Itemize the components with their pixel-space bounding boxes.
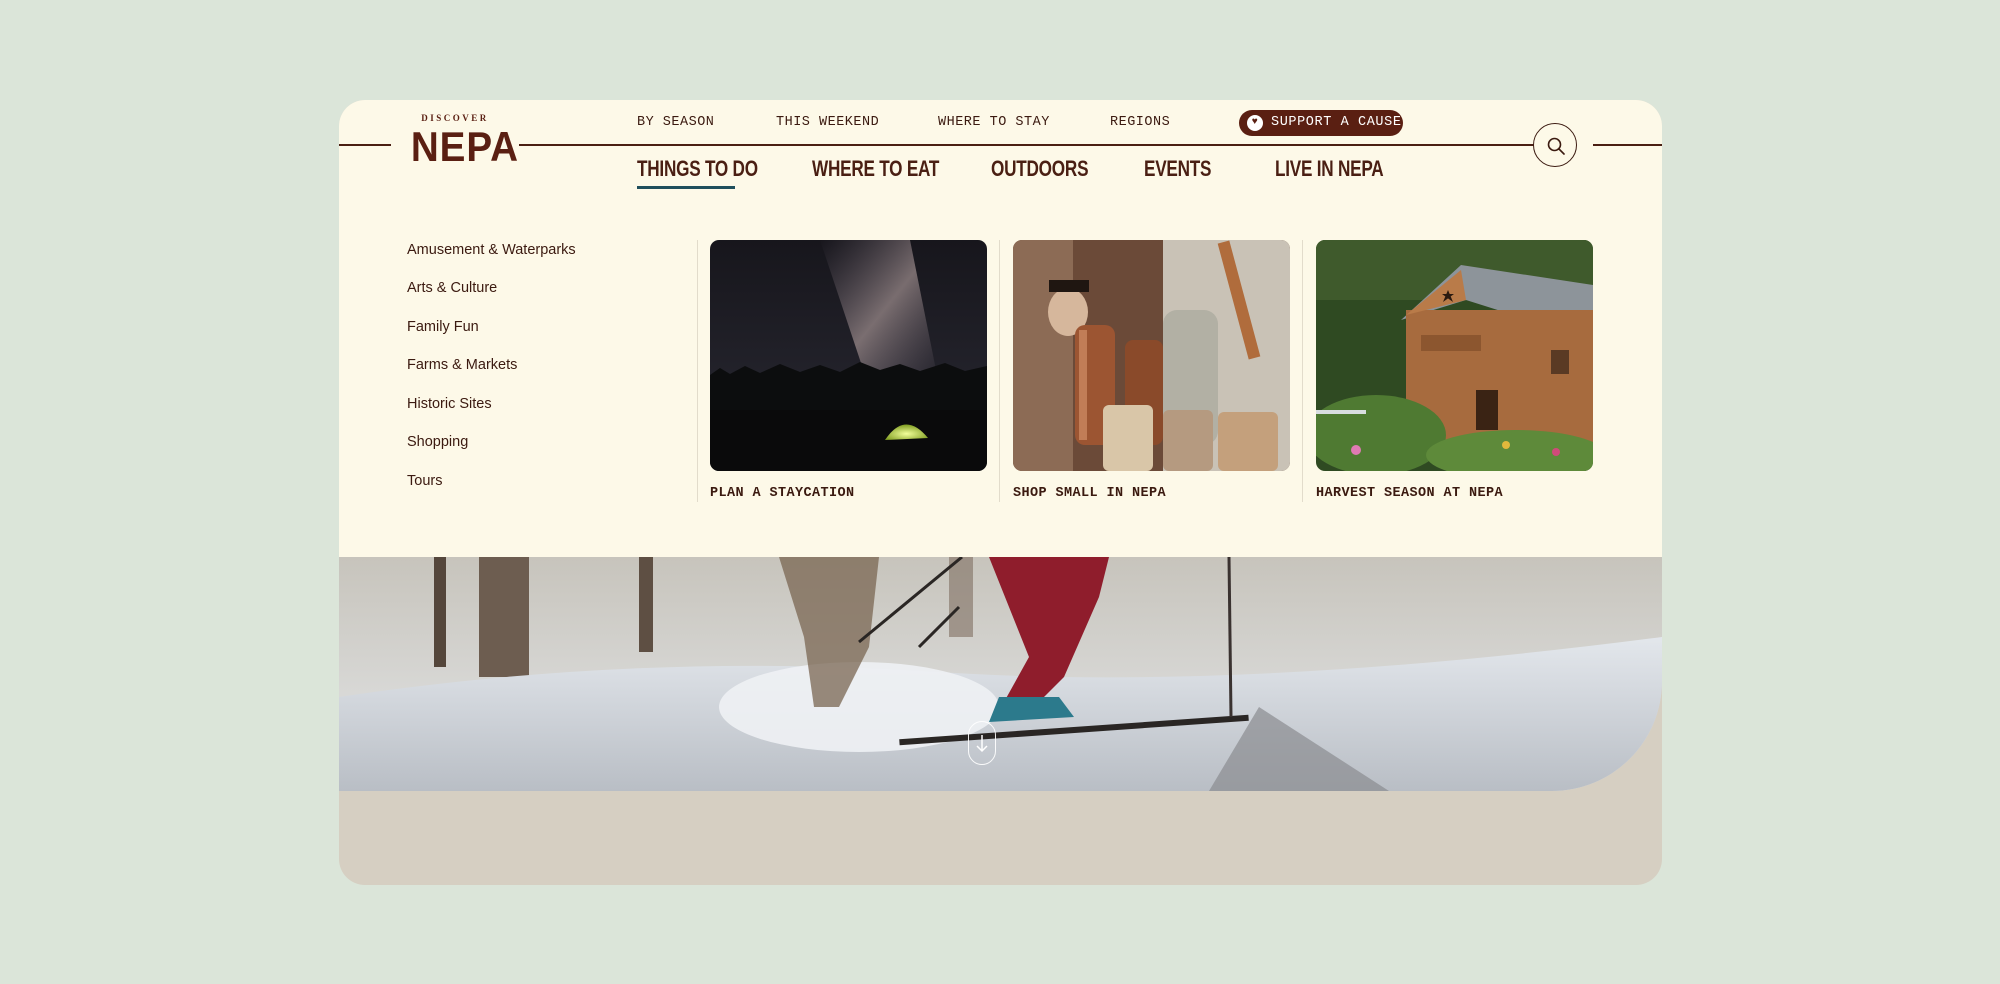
night-sky-tent-photo bbox=[710, 240, 987, 471]
submenu-item-farms-markets[interactable]: Farms & Markets bbox=[407, 355, 517, 375]
submenu-item-historic-sites[interactable]: Historic Sites bbox=[407, 394, 492, 414]
featured-card-staycation[interactable]: PLAN A STAYCATION bbox=[710, 240, 987, 501]
submenu-item-tours[interactable]: Tours bbox=[407, 471, 442, 491]
submenu-item-amusement[interactable]: Amusement & Waterparks bbox=[407, 240, 576, 260]
util-link-by-season[interactable]: BY SEASON bbox=[637, 112, 714, 134]
nav-live-in-nepa[interactable]: LIVE IN NEPA bbox=[1275, 154, 1384, 184]
mercantile-barn-photo bbox=[1316, 240, 1593, 471]
scroll-down-arrow-icon bbox=[976, 735, 988, 753]
util-link-this-weekend[interactable]: THIS WEEKEND bbox=[776, 112, 879, 134]
featured-card-shop-small[interactable]: SHOP SMALL IN NEPA bbox=[1013, 240, 1290, 501]
util-link-regions[interactable]: REGIONS bbox=[1110, 112, 1170, 134]
header-rule-center bbox=[519, 144, 1535, 146]
nav-things-to-do[interactable]: THINGS TO DO bbox=[637, 154, 758, 184]
nav-where-to-eat[interactable]: WHERE TO EAT bbox=[812, 154, 939, 184]
card-title: HARVEST SEASON AT NEPA bbox=[1316, 486, 1504, 501]
nav-events[interactable]: EVENTS bbox=[1144, 154, 1211, 184]
copper-shop-display-photo bbox=[1013, 240, 1290, 471]
header-rule-left bbox=[339, 144, 391, 146]
column-divider bbox=[697, 240, 698, 502]
browser-window: DISCOVER NEPA BY SEASON THIS WEEKEND WHE… bbox=[339, 100, 1662, 885]
site-header: DISCOVER NEPA BY SEASON THIS WEEKEND WHE… bbox=[339, 100, 1662, 557]
search-icon bbox=[1547, 137, 1565, 155]
submenu-item-shopping[interactable]: Shopping bbox=[407, 432, 468, 452]
logo-wordmark: NEPA bbox=[410, 123, 520, 170]
submenu-item-arts-culture[interactable]: Arts & Culture bbox=[407, 278, 497, 298]
featured-card-harvest[interactable]: HARVEST SEASON AT NEPA bbox=[1316, 240, 1593, 501]
card-title: PLAN A STAYCATION bbox=[710, 486, 855, 501]
card-title: SHOP SMALL IN NEPA bbox=[1013, 486, 1167, 501]
submenu-item-family-fun[interactable]: Family Fun bbox=[407, 317, 479, 337]
scroll-down-button[interactable] bbox=[968, 721, 996, 765]
hero-banner bbox=[339, 557, 1662, 791]
support-button-label: SUPPORT A CAUSE bbox=[1271, 115, 1402, 130]
nav-outdoors[interactable]: OUTDOORS bbox=[991, 154, 1089, 184]
util-link-where-to-stay[interactable]: WHERE TO STAY bbox=[938, 112, 1050, 134]
column-divider bbox=[1302, 240, 1303, 502]
search-button[interactable] bbox=[1533, 123, 1577, 167]
support-a-cause-button[interactable]: ♥ SUPPORT A CAUSE bbox=[1239, 110, 1403, 136]
site-logo[interactable]: DISCOVER NEPA bbox=[407, 112, 520, 174]
header-rule-right bbox=[1593, 144, 1662, 146]
heart-icon: ♥ bbox=[1247, 115, 1263, 131]
skier-snow-photo bbox=[339, 557, 1662, 791]
active-nav-indicator bbox=[637, 186, 735, 189]
column-divider bbox=[999, 240, 1000, 502]
